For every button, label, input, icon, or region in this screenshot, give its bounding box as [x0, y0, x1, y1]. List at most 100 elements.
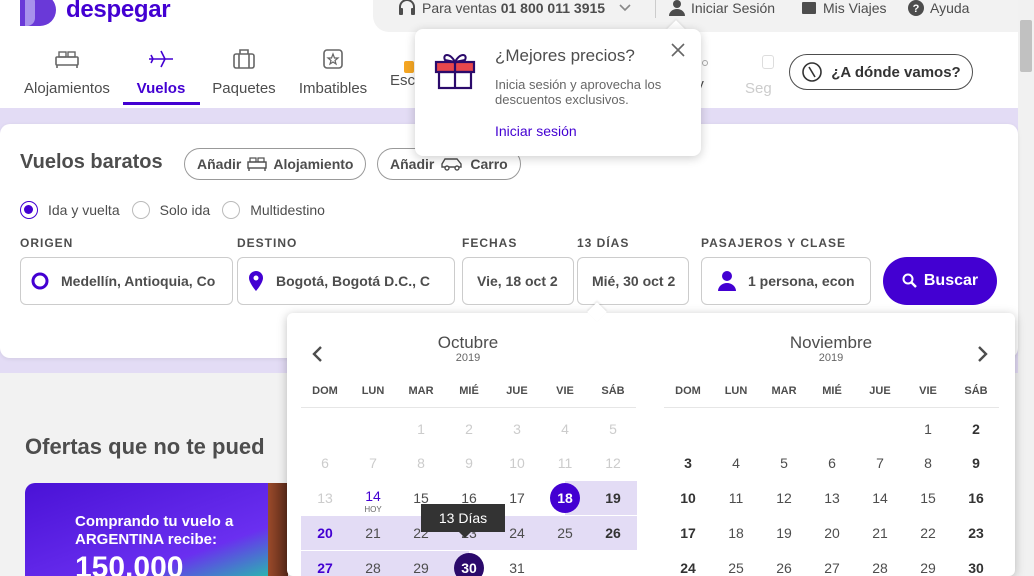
calendar-day[interactable]: 30: [445, 551, 493, 576]
radio-round-trip[interactable]: Ida y vuelta: [20, 201, 120, 219]
day-number: 4: [732, 455, 740, 471]
calendar-day[interactable]: 18: [541, 481, 589, 515]
weekday-header: MAR: [771, 385, 797, 397]
headset-icon: [399, 0, 415, 15]
radio-one-way[interactable]: Solo ida: [131, 201, 210, 219]
calendar-day[interactable]: 7: [856, 446, 904, 480]
close-icon[interactable]: [671, 43, 685, 57]
search-button[interactable]: Buscar: [883, 257, 997, 305]
login-link[interactable]: Iniciar Sesión: [669, 0, 775, 16]
calendar-day[interactable]: 20: [301, 516, 349, 550]
sales-phone[interactable]: Para ventas 01 800 011 3915: [398, 0, 637, 16]
calendar-day[interactable]: 31: [493, 551, 541, 576]
nav-item-imbatibles[interactable]: Imbatibles: [283, 44, 383, 97]
calendar-day[interactable]: 26: [589, 516, 637, 550]
calendar-day[interactable]: 6: [808, 446, 856, 480]
calendar-day[interactable]: 25: [541, 516, 589, 550]
selected-return-day[interactable]: 30: [454, 553, 484, 576]
login-popup: ¿Mejores precios? Inicia sesión y aprove…: [415, 29, 701, 156]
calendar-day[interactable]: 21: [349, 516, 397, 550]
scrollbar[interactable]: [1018, 0, 1034, 576]
return-date-field[interactable]: Mié, 30 oct 2: [577, 257, 689, 305]
calendar-day[interactable]: 14 HOY: [349, 481, 397, 515]
day-number: 19: [605, 490, 621, 506]
destination-field[interactable]: Bogotá, Bogotá D.C., C: [237, 257, 455, 305]
popup-login-link[interactable]: Iniciar sesión: [495, 123, 577, 139]
calendar-day: 1: [397, 412, 445, 446]
calendar-day: 5: [589, 412, 637, 446]
day-number: 31: [509, 560, 525, 576]
calendar-day[interactable]: 12: [760, 481, 808, 515]
popup-title: ¿Mejores precios?: [495, 46, 635, 65]
calendar-day[interactable]: 24: [664, 551, 712, 576]
calendar-day[interactable]: 10: [664, 481, 712, 515]
day-number: 1: [417, 421, 425, 437]
origin-circle-icon: [31, 272, 49, 290]
day-number: 24: [509, 525, 525, 541]
calendar-day[interactable]: 27: [301, 551, 349, 576]
calendar-day[interactable]: 28: [856, 551, 904, 576]
calendar-day[interactable]: 29: [397, 551, 445, 576]
scroll-thumb[interactable]: [1020, 20, 1032, 72]
calendar-day[interactable]: 30: [952, 551, 1000, 576]
calendar-day[interactable]: 26: [760, 551, 808, 576]
calendar-day[interactable]: 17: [664, 516, 712, 550]
calendar-day[interactable]: 15: [904, 481, 952, 515]
day-number: 26: [776, 560, 792, 576]
calendar-day[interactable]: 9: [952, 446, 1000, 480]
nav-label: Imbatibles: [298, 80, 368, 97]
disney-icon: [702, 60, 708, 66]
calendar-day[interactable]: 8: [904, 446, 952, 480]
nav-item-escapadas[interactable]: Esc: [380, 44, 420, 89]
calendar-day[interactable]: 5: [760, 446, 808, 480]
trip-type-group: Ida y vuelta Solo ida Multidestino: [20, 201, 337, 219]
departure-value: Vie, 18 oct 2: [477, 273, 558, 289]
calendar-day[interactable]: 25: [712, 551, 760, 576]
day-number: 25: [557, 525, 573, 541]
promo-image[interactable]: [268, 483, 288, 576]
dates-label: FECHAS: [462, 236, 518, 250]
add-lodging-button[interactable]: Añadir Alojamiento: [184, 148, 367, 180]
help-link[interactable]: ? Ayuda: [908, 0, 969, 16]
selected-departure-day[interactable]: 18: [550, 483, 580, 513]
calendar-day[interactable]: 21: [856, 516, 904, 550]
popup-body: Inicia sesión y aprovecha los descuentos…: [495, 77, 662, 107]
nav-item-alojamientos[interactable]: Alojamientos: [17, 44, 117, 97]
calendar-day[interactable]: 18: [712, 516, 760, 550]
calendar-day[interactable]: 1: [904, 412, 952, 446]
calendar-day[interactable]: 28: [349, 551, 397, 576]
calendar-day[interactable]: 3: [664, 446, 712, 480]
calendar-day[interactable]: 16: [952, 481, 1000, 515]
my-trips-link[interactable]: Mis Viajes: [801, 0, 887, 16]
suitcase-icon: [233, 49, 255, 69]
calendar-day[interactable]: 19: [760, 516, 808, 550]
nav-label: Seg: [745, 80, 772, 97]
weekday-header: DOM: [675, 385, 701, 397]
calendar-day[interactable]: 2: [952, 412, 1000, 446]
calendar-day[interactable]: 19: [589, 481, 637, 515]
calendar-day[interactable]: 4: [712, 446, 760, 480]
calendar-day[interactable]: 29: [904, 551, 952, 576]
radio-multidestination[interactable]: Multidestino: [222, 201, 325, 219]
departure-date-field[interactable]: Vie, 18 oct 2: [462, 257, 574, 305]
calendar-day[interactable]: 11: [712, 481, 760, 515]
logo[interactable]: despegar: [20, 0, 171, 26]
calendar-day[interactable]: 13: [808, 481, 856, 515]
today-label: HOY: [364, 505, 382, 514]
calendar-day[interactable]: 14: [856, 481, 904, 515]
nav-item-paquetes[interactable]: Paquetes: [194, 44, 294, 97]
passengers-field[interactable]: 1 persona, econ: [701, 257, 871, 305]
day-number: 16: [968, 490, 984, 506]
promo-banner[interactable]: Comprando tu vuelo a ARGENTINA recibe: 1…: [25, 483, 287, 576]
explore-label: ¿A dónde vamos?: [831, 63, 961, 81]
nav-item-seguros[interactable]: Seg: [735, 44, 775, 97]
calendar-day[interactable]: 22: [904, 516, 952, 550]
promo-amount: 150.000: [75, 551, 184, 576]
explore-button[interactable]: ¿A dónde vamos?: [789, 54, 973, 90]
calendar-day[interactable]: 27: [808, 551, 856, 576]
day-number: 6: [321, 455, 329, 471]
passengers-label: PASAJEROS Y CLASE: [701, 236, 847, 250]
calendar-day[interactable]: 20: [808, 516, 856, 550]
calendar-day[interactable]: 23: [952, 516, 1000, 550]
origin-field[interactable]: Medellín, Antioquia, Co: [20, 257, 233, 305]
